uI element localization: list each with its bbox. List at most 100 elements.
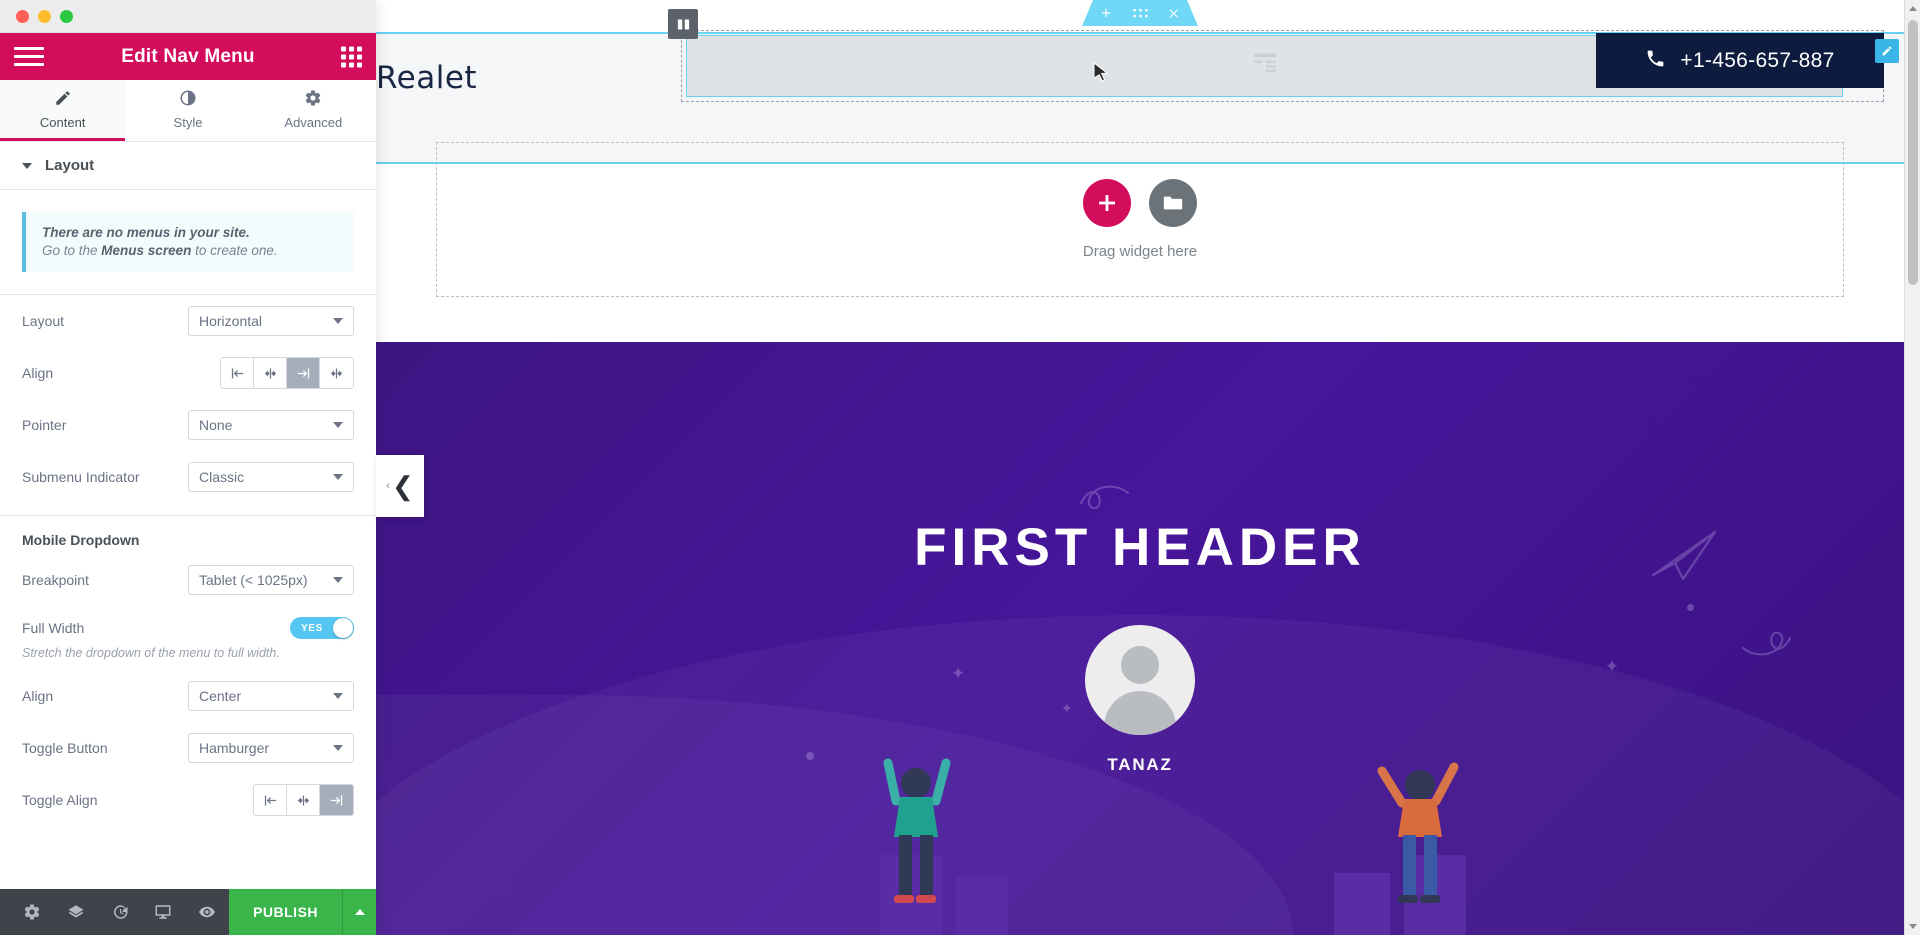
align-center-button[interactable] [254,358,287,388]
panel-body: Layout There are no menus in your site. … [0,142,376,889]
control-mobile-align: Align Center [0,670,376,722]
align-left-icon [264,795,276,805]
align-left-button[interactable] [221,358,254,388]
window-close-button[interactable] [16,9,29,23]
control-breakpoint: Breakpoint Tablet (< 1025px) [0,554,376,606]
tab-content[interactable]: Content [0,80,126,141]
submenu-indicator-select[interactable]: Classic [188,462,354,492]
chevron-down-icon [333,693,343,699]
scrollbar-thumb[interactable] [1908,20,1918,285]
dropzone-label: Drag widget here [1082,243,1198,260]
layers-icon[interactable] [54,889,98,935]
section-layout-title: Layout [45,157,95,174]
elementor-editor: Edit Nav Menu Content Style Advanced Lay… [0,0,1920,935]
menus-screen-link[interactable]: Menus screen [101,243,191,258]
publish-button[interactable]: PUBLISH [229,889,343,935]
control-submenu-indicator-label: Submenu Indicator [22,469,140,485]
full-width-toggle-text: YES [301,622,323,634]
align-center-icon [264,368,276,378]
pencil-icon [54,89,72,110]
toggle-align-left-button[interactable] [254,785,287,815]
align-button-group [220,357,354,389]
mobile-align-select[interactable]: Center [188,681,354,711]
breakpoint-select[interactable]: Tablet (< 1025px) [188,565,354,595]
align-right-button[interactable] [287,358,320,388]
full-width-toggle[interactable]: YES [290,617,354,639]
control-layout-label: Layout [22,313,65,329]
chevron-up-icon [354,909,365,915]
section-layout-header[interactable]: Layout [0,142,376,190]
tab-style[interactable]: Style [125,80,251,141]
site-logo[interactable]: Realet [376,60,477,96]
toggle-button-select[interactable]: Hamburger [188,733,354,763]
columns-icon[interactable] [668,9,698,39]
star-decoration-3: ✦ [1604,657,1619,676]
hamburger-icon[interactable] [14,42,44,72]
publish-options-button[interactable] [342,889,377,935]
history-icon[interactable] [98,889,142,935]
publish-group: PUBLISH [229,889,377,935]
window-titlebar [0,0,376,33]
gear-icon[interactable] [10,889,54,935]
dropzone-buttons [1083,179,1197,227]
toggle-button-value: Hamburger [199,740,270,756]
tab-content-label: Content [39,114,86,130]
add-template-button[interactable] [1149,179,1197,227]
control-pointer: Pointer None [0,399,376,451]
control-submenu-indicator: Submenu Indicator Classic [0,451,376,503]
contrast-circle-icon [179,89,197,110]
align-justify-button[interactable] [320,358,353,388]
add-widget-button[interactable] [1083,179,1131,227]
star-decoration-2: ✦ [1061,700,1073,716]
section-toolbar [1082,0,1198,26]
hero-section[interactable]: ✦ ✦ ✦ FIRST HEADER TANAZ [376,342,1904,935]
pencil-edit-icon[interactable] [1875,39,1899,63]
plus-icon[interactable] [1099,6,1113,20]
hero-title[interactable]: FIRST HEADER [376,517,1904,578]
toggle-knob [333,618,353,638]
align-justify-icon [330,368,343,378]
person-illustration-left [880,758,1008,935]
layout-select-value: Horizontal [199,313,263,329]
control-toggle-align: Toggle Align [0,774,376,826]
eye-preview-icon[interactable] [185,889,229,935]
responsive-monitor-icon[interactable] [141,889,185,935]
toggle-align-center-button[interactable] [287,785,320,815]
toggle-align-right-button[interactable] [320,785,353,815]
scroll-down-arrow[interactable] [1905,918,1920,935]
person-illustration-right [1334,762,1466,935]
window-maximize-button[interactable] [60,9,73,23]
chevron-down-icon [333,577,343,583]
notice-prefix: Go to the [42,243,102,258]
scroll-up-arrow[interactable] [1905,0,1920,17]
star-decoration-1: ✦ [951,664,966,683]
chevron-down-icon [333,474,343,480]
chevron-down-icon [333,318,343,324]
align-right-icon [297,368,309,378]
breakpoint-select-value: Tablet (< 1025px) [199,572,308,588]
plus-icon [1099,195,1115,211]
tab-advanced-label: Advanced [284,114,343,130]
drag-widget-dropzone[interactable]: Drag widget here [436,142,1844,297]
notice-line-1: There are no menus in your site. [42,225,250,240]
canvas-scrollbar[interactable] [1904,0,1920,935]
align-center-icon [297,795,309,805]
dots-grid-icon[interactable] [1133,8,1148,19]
pointer-select[interactable]: None [188,410,354,440]
close-x-icon[interactable] [1168,7,1181,20]
collapse-panel-button[interactable]: ‹ ❮ [376,455,424,517]
layout-select[interactable]: Horizontal [188,306,354,336]
window-minimize-button[interactable] [38,9,51,23]
align-left-icon [231,368,243,378]
control-full-width: Full Width YES [0,606,376,650]
swirl-decoration-right [1742,632,1791,656]
phone-icon [1645,48,1666,74]
no-menus-notice: There are no menus in your site. Go to t… [22,212,354,272]
tab-advanced[interactable]: Advanced [250,80,376,141]
folder-icon [1163,196,1183,210]
control-align: Align [0,347,376,399]
panel-tabs: Content Style Advanced [0,80,376,142]
align-right-icon [330,795,343,805]
grid-apps-icon[interactable] [341,46,362,67]
phone-cta-button[interactable]: +1-456-657-887 [1596,33,1884,88]
